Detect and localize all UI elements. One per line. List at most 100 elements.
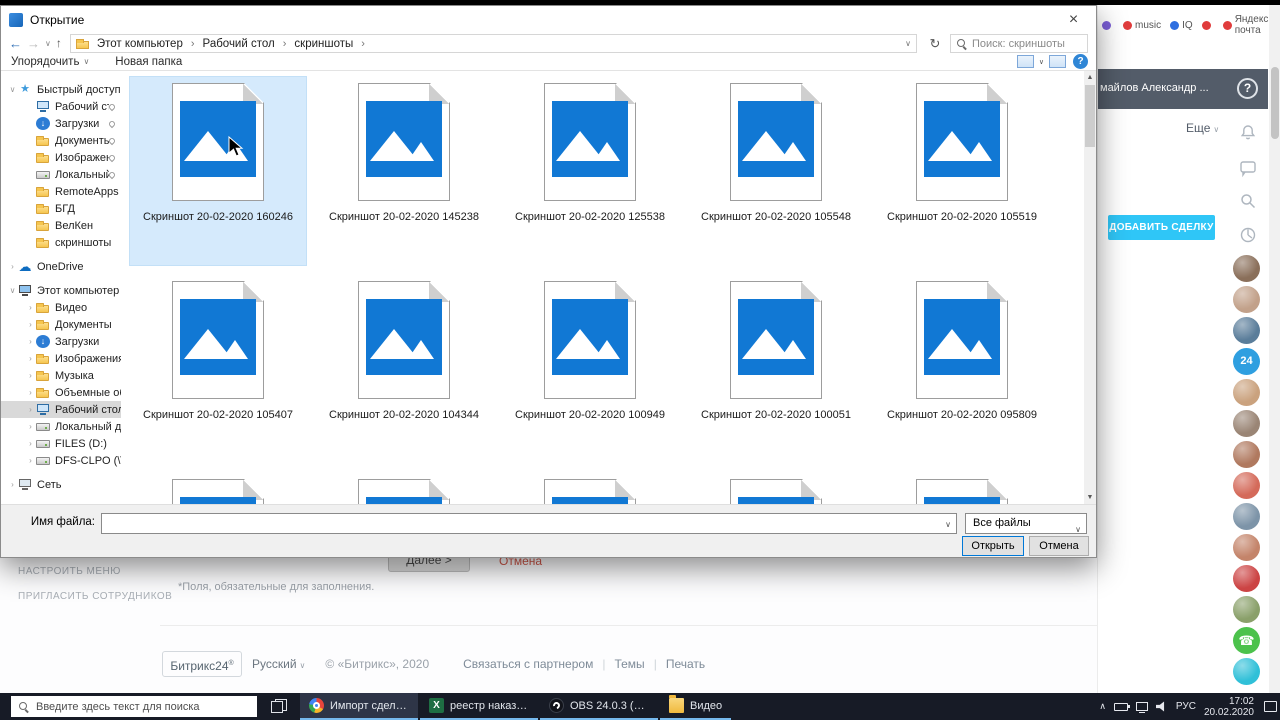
expander-icon[interactable]: › bbox=[25, 422, 36, 431]
expander-icon[interactable]: › bbox=[7, 480, 18, 489]
contact-avatar[interactable] bbox=[1233, 472, 1260, 499]
tree-item[interactable]: › Загрузки bbox=[1, 333, 121, 350]
file-item[interactable]: Скриншот 20-02-2020 095809 bbox=[874, 275, 1050, 463]
file-item[interactable] bbox=[688, 473, 864, 504]
contact-avatar[interactable] bbox=[1233, 317, 1260, 344]
open-button[interactable]: Открыть bbox=[962, 536, 1024, 556]
file-item[interactable]: Скриншот 20-02-2020 100051 bbox=[688, 275, 864, 463]
help-button[interactable]: ? bbox=[1237, 78, 1258, 99]
tree-item[interactable]: › Локальный диск (C bbox=[1, 418, 121, 435]
file-item[interactable]: Скриншот 20-02-2020 105548 bbox=[688, 77, 864, 265]
invite-employees-link[interactable]: ПРИГЛАСИТЬ СОТРУДНИКОВ bbox=[18, 591, 172, 602]
scroll-up-arrow[interactable]: ▲ bbox=[1084, 71, 1096, 84]
bookmark-item[interactable] bbox=[1102, 20, 1114, 30]
breadcrumb-item[interactable]: Рабочий стол bbox=[201, 38, 277, 50]
network-icon[interactable] bbox=[1135, 702, 1148, 713]
organize-button[interactable]: Упорядочить ∨ bbox=[11, 56, 89, 68]
tasks-pie-icon[interactable] bbox=[1238, 225, 1258, 245]
expander-icon[interactable]: › bbox=[25, 405, 36, 414]
contact-avatar[interactable] bbox=[1233, 379, 1260, 406]
file-item[interactable]: Скриншот 20-02-2020 145238 bbox=[316, 77, 492, 265]
browser-scrollbar[interactable] bbox=[1269, 5, 1280, 693]
taskbar-app-button[interactable]: реестр наказов де... bbox=[420, 693, 538, 720]
tree-item[interactable]: › Документы bbox=[1, 316, 121, 333]
breadcrumb-item[interactable]: скриншоты bbox=[292, 38, 355, 50]
contact-avatar[interactable] bbox=[1233, 441, 1260, 468]
close-button[interactable]: × bbox=[1051, 6, 1096, 34]
expander-icon[interactable]: ∨ bbox=[7, 85, 18, 94]
tree-item[interactable]: › Видео bbox=[1, 299, 121, 316]
contact-avatar[interactable] bbox=[1233, 565, 1260, 592]
new-folder-button[interactable]: Новая папка bbox=[115, 56, 182, 68]
expander-icon[interactable]: › bbox=[25, 371, 36, 380]
expander-icon[interactable]: › bbox=[25, 439, 36, 448]
address-dropdown-icon[interactable]: ∨ bbox=[905, 39, 911, 48]
contact-avatar[interactable] bbox=[1233, 410, 1260, 437]
action-center-icon[interactable] bbox=[1264, 701, 1277, 712]
tree-item[interactable]: скриншоты bbox=[1, 234, 121, 251]
taskbar-clock[interactable]: 17:02 20.02.2020 bbox=[1204, 696, 1254, 718]
tree-item[interactable]: Рабочий стол bbox=[1, 98, 121, 115]
tree-item[interactable]: Загрузки bbox=[1, 115, 121, 132]
file-item[interactable]: Скриншот 20-02-2020 160246 bbox=[129, 76, 307, 266]
file-item[interactable] bbox=[130, 473, 306, 504]
contact-avatar[interactable]: 24 bbox=[1233, 348, 1260, 375]
scrollbar-thumb[interactable] bbox=[1085, 85, 1095, 147]
contact-avatar[interactable] bbox=[1233, 255, 1260, 282]
bitrix24-logo[interactable]: Битрикс24® bbox=[162, 651, 242, 677]
file-item[interactable]: Скриншот 20-02-2020 100949 bbox=[502, 275, 678, 463]
tree-item[interactable]: › Рабочий стол bbox=[1, 401, 121, 418]
notifications-bell-icon[interactable] bbox=[1238, 123, 1258, 143]
forward-button[interactable]: → bbox=[27, 34, 40, 53]
tree-item[interactable]: › Изображения bbox=[1, 350, 121, 367]
tree-item[interactable]: Документы bbox=[1, 132, 121, 149]
configure-menu-link[interactable]: НАСТРОИТЬ МЕНЮ bbox=[18, 566, 121, 577]
footer-link[interactable]: Печать bbox=[666, 657, 705, 671]
tray-expand-icon[interactable]: ∧ bbox=[1099, 701, 1106, 712]
filename-input[interactable]: ∨ bbox=[101, 513, 957, 534]
file-item[interactable] bbox=[502, 473, 678, 504]
footer-link[interactable]: Темы bbox=[614, 657, 644, 671]
expander-icon[interactable]: › bbox=[25, 320, 36, 329]
file-item[interactable]: Скриншот 20-02-2020 105407 bbox=[130, 275, 306, 463]
tree-item[interactable]: › Объемные объект bbox=[1, 384, 121, 401]
contact-avatar[interactable] bbox=[1233, 534, 1260, 561]
contact-avatar[interactable]: ☎ bbox=[1233, 627, 1260, 654]
tree-item[interactable]: › FILES (D:) bbox=[1, 435, 121, 452]
tree-item[interactable]: БГД bbox=[1, 200, 121, 217]
file-item[interactable] bbox=[316, 473, 492, 504]
expander-icon[interactable]: › bbox=[7, 262, 18, 271]
expander-icon[interactable]: › bbox=[25, 456, 36, 465]
view-dropdown-icon[interactable]: ∨ bbox=[1039, 58, 1044, 66]
volume-icon[interactable] bbox=[1155, 701, 1165, 712]
tree-item[interactable]: › OneDrive bbox=[1, 258, 121, 275]
file-list-scrollbar[interactable]: ▲ ▼ bbox=[1084, 71, 1096, 504]
contact-avatar[interactable] bbox=[1233, 596, 1260, 623]
tree-item[interactable]: ∨ Этот компьютер bbox=[1, 282, 121, 299]
expander-icon[interactable]: › bbox=[25, 303, 36, 312]
contact-avatar[interactable] bbox=[1233, 658, 1260, 685]
user-profile-name[interactable]: майлов Александр ... bbox=[1100, 82, 1228, 94]
contact-avatar[interactable] bbox=[1233, 286, 1260, 313]
scroll-down-arrow[interactable]: ▼ bbox=[1084, 491, 1096, 504]
file-item[interactable]: Скриншот 20-02-2020 104344 bbox=[316, 275, 492, 463]
add-deal-button[interactable]: ДОБАВИТЬ СДЕЛКУ bbox=[1108, 215, 1215, 240]
tree-item[interactable]: › DFS-CLPO (\\clpo.l bbox=[1, 452, 121, 469]
help-icon[interactable]: ? bbox=[1073, 54, 1088, 69]
expander-icon[interactable]: › bbox=[25, 354, 36, 363]
language-selector[interactable]: Русский ∨ bbox=[252, 657, 305, 671]
tree-item[interactable]: ВелКен bbox=[1, 217, 121, 234]
recent-locations-icon[interactable]: ∨ bbox=[45, 34, 51, 53]
footer-link[interactable]: Связаться с партнером bbox=[463, 657, 593, 671]
bookmark-item[interactable] bbox=[1201, 20, 1214, 30]
taskbar-app-button[interactable]: Видео bbox=[660, 693, 732, 720]
contact-avatar[interactable] bbox=[1233, 503, 1260, 530]
taskbar-app-button[interactable]: Импорт сделок - ... bbox=[300, 693, 418, 720]
details-view-icon[interactable] bbox=[1049, 55, 1066, 68]
address-bar[interactable]: Этот компьютер › Рабочий стол › скриншоты › ∨ bbox=[69, 34, 917, 53]
tree-item[interactable]: ∨ Быстрый доступ bbox=[1, 81, 121, 98]
taskbar-search[interactable]: Введите здесь текст для поиска bbox=[11, 696, 257, 717]
file-item[interactable] bbox=[874, 473, 1050, 504]
breadcrumb-item[interactable]: Этот компьютер bbox=[95, 38, 185, 50]
tree-item[interactable]: Локальный диск bbox=[1, 166, 121, 183]
